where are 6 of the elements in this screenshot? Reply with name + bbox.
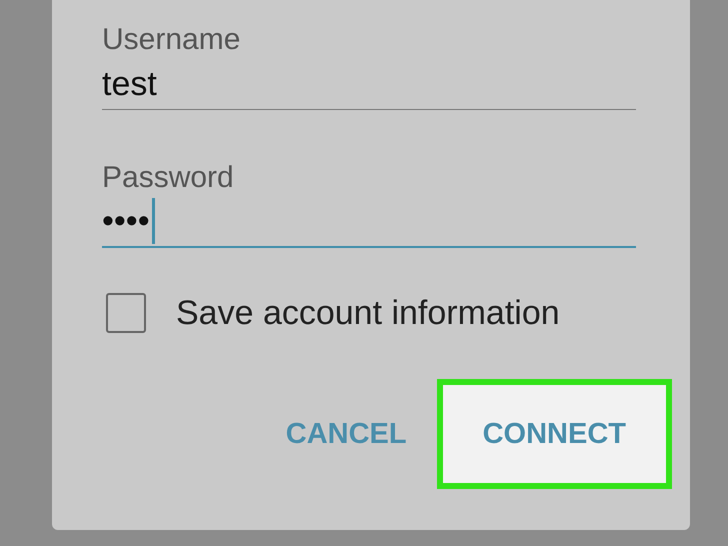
input-field[interactable]: •••• xyxy=(102,196,636,248)
input-field[interactable]: test xyxy=(102,58,636,110)
field-label: Password xyxy=(102,160,235,196)
field-label: Username xyxy=(102,22,242,58)
checkbox-label: Save account information xyxy=(176,294,560,332)
checkbox[interactable] xyxy=(106,293,146,333)
